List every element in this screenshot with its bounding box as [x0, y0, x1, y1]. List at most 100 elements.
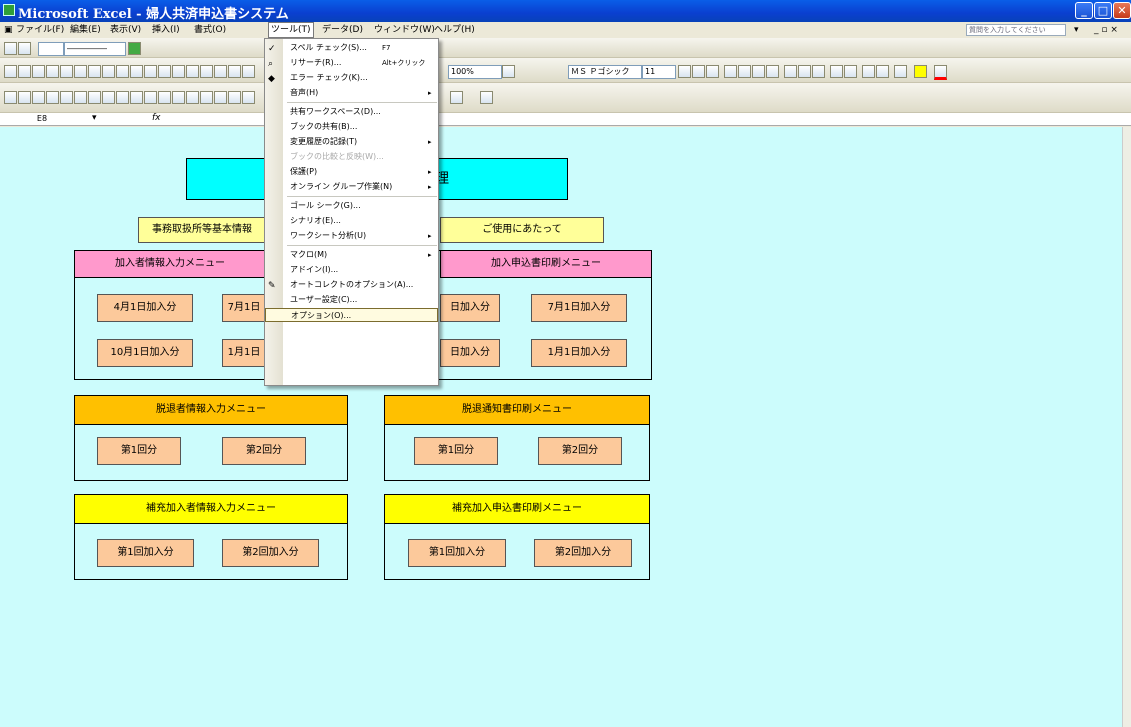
menu-format[interactable]: 書式(O) — [192, 23, 228, 37]
undo-icon[interactable] — [172, 65, 185, 78]
fx-icon[interactable]: fx — [152, 113, 161, 123]
menu-data[interactable]: データ(D) — [320, 23, 365, 37]
align-center-icon[interactable] — [738, 65, 751, 78]
toolbar-icon[interactable] — [4, 42, 17, 55]
permission-icon[interactable] — [46, 65, 59, 78]
menu-shared-workspace[interactable]: 共有ワークスペース(D)... — [265, 105, 438, 119]
align-right-icon[interactable] — [752, 65, 765, 78]
menu-insert[interactable]: 挿入(I) — [150, 23, 182, 37]
menu-online-collaboration[interactable]: オンライン グループ作業(N) ▸ — [265, 180, 438, 194]
doc-window-controls[interactable]: _ ▫ × — [1092, 23, 1120, 37]
menu-spell-check[interactable]: ✓ スペル チェック(S)... F7 — [265, 41, 438, 55]
usage-note-button[interactable]: ご使用にあたって — [440, 217, 604, 243]
withdraw-round2-button[interactable]: 第2回分 — [222, 437, 306, 465]
underline-icon[interactable] — [706, 65, 719, 78]
save-icon[interactable] — [32, 65, 45, 78]
pen-icon[interactable] — [128, 42, 141, 55]
chart-icon[interactable] — [242, 65, 255, 78]
menu-research[interactable]: ⌕ リサーチ(R)... Alt+クリック — [265, 56, 438, 70]
toolbar-icon[interactable] — [102, 91, 115, 104]
sort-icon[interactable] — [228, 65, 241, 78]
increase-indent-icon[interactable] — [876, 65, 889, 78]
menu-error-check[interactable]: ◆ エラー チェック(K)... — [265, 71, 438, 85]
withdraw-notice-round1-button[interactable]: 第1回分 — [414, 437, 498, 465]
email-icon[interactable] — [60, 65, 73, 78]
line-style-select[interactable] — [38, 42, 64, 56]
jul-join-button[interactable]: 7月1日 — [222, 294, 266, 322]
menu-options[interactable]: オプション(O)... — [265, 308, 438, 322]
withdraw-round1-button[interactable]: 第1回分 — [97, 437, 181, 465]
oct-print-button[interactable]: 日加入分 — [440, 339, 500, 367]
menu-share-workbook[interactable]: ブックの共有(B)... — [265, 120, 438, 134]
name-box[interactable]: E8 — [10, 113, 72, 125]
cut-icon[interactable] — [116, 65, 129, 78]
preview-icon[interactable] — [88, 65, 101, 78]
print-icon[interactable] — [74, 65, 87, 78]
menu-goal-seek[interactable]: ゴール シーク(G)... — [265, 199, 438, 213]
borders-icon[interactable] — [894, 65, 907, 78]
menu-track-changes[interactable]: 変更履歴の記録(T) ▸ — [265, 135, 438, 149]
format-painter-icon[interactable] — [158, 65, 171, 78]
name-box-dropdown-icon[interactable]: ▾ — [92, 113, 97, 123]
font-select[interactable]: ＭＳ Ｐゴシック — [568, 65, 642, 79]
toolbar-icon[interactable] — [480, 91, 493, 104]
toolbar-icon[interactable] — [130, 91, 143, 104]
paste-icon[interactable] — [144, 65, 157, 78]
oct-join-button[interactable]: 10月1日加入分 — [97, 339, 193, 367]
office-info-button[interactable]: 事務取扱所等基本情報 — [138, 217, 266, 243]
italic-icon[interactable] — [692, 65, 705, 78]
menu-help[interactable]: ヘルプ(H) — [432, 23, 477, 37]
menu-speech[interactable]: 音声(H) ▸ — [265, 86, 438, 100]
vertical-scrollbar[interactable] — [1122, 127, 1131, 727]
toolbar-icon[interactable] — [18, 42, 31, 55]
menu-view[interactable]: 表示(V) — [108, 23, 143, 37]
menu-file[interactable]: ファイル(F) — [14, 23, 66, 37]
menu-autocorrect-options[interactable]: ✎ オートコレクトのオプション(A)... — [265, 278, 438, 292]
menu-protection[interactable]: 保護(P) ▸ — [265, 165, 438, 179]
percent-icon[interactable] — [798, 65, 811, 78]
new-icon[interactable] — [4, 65, 17, 78]
help-icon[interactable] — [502, 65, 515, 78]
zoom-select[interactable]: 100% — [448, 65, 502, 79]
toolbar-icon[interactable] — [144, 91, 157, 104]
close-button[interactable]: ✕ — [1113, 2, 1131, 19]
toolbar-icon[interactable] — [200, 91, 213, 104]
supp-round2-button[interactable]: 第2回加入分 — [222, 539, 319, 567]
help-search-input[interactable]: 質問を入力してください — [966, 24, 1066, 36]
toolbar-icon[interactable] — [172, 91, 185, 104]
toolbar-icon[interactable] — [18, 91, 31, 104]
font-size-select[interactable]: 11 — [642, 65, 676, 79]
comma-icon[interactable] — [812, 65, 825, 78]
open-icon[interactable] — [18, 65, 31, 78]
increase-decimal-icon[interactable] — [830, 65, 843, 78]
menu-formula-auditing[interactable]: ワークシート分析(U) ▸ — [265, 229, 438, 243]
jan-join-button[interactable]: 1月1日 — [222, 339, 266, 367]
toolbar-icon[interactable] — [46, 91, 59, 104]
help-dropdown-icon[interactable]: ▾ — [1072, 23, 1081, 37]
toolbar-icon[interactable] — [116, 91, 129, 104]
toolbar-icon[interactable] — [242, 91, 255, 104]
toolbar-icon[interactable] — [4, 91, 17, 104]
line-color-select[interactable]: ――――― — [64, 42, 126, 56]
autosum-icon[interactable] — [214, 65, 227, 78]
toolbar-icon[interactable] — [88, 91, 101, 104]
toolbar-icon[interactable] — [60, 91, 73, 104]
menu-scenarios[interactable]: シナリオ(E)... — [265, 214, 438, 228]
supp-print-round2-button[interactable]: 第2回加入分 — [534, 539, 632, 567]
toolbar-icon[interactable] — [228, 91, 241, 104]
toolbar-icon[interactable] — [32, 91, 45, 104]
decrease-indent-icon[interactable] — [862, 65, 875, 78]
apr-print-button[interactable]: 日加入分 — [440, 294, 500, 322]
toolbar-icon[interactable] — [74, 91, 87, 104]
toolbar-icon[interactable] — [450, 91, 463, 104]
menu-macro[interactable]: マクロ(M) ▸ — [265, 248, 438, 262]
supp-round1-button[interactable]: 第1回加入分 — [97, 539, 194, 567]
menu-customize[interactable]: ユーザー設定(C)... — [265, 293, 438, 307]
align-left-icon[interactable] — [724, 65, 737, 78]
menu-window[interactable]: ウィンドウ(W) — [372, 23, 437, 37]
redo-icon[interactable] — [186, 65, 199, 78]
toolbar-icon[interactable] — [214, 91, 227, 104]
supp-print-round1-button[interactable]: 第1回加入分 — [408, 539, 506, 567]
withdraw-notice-round2-button[interactable]: 第2回分 — [538, 437, 622, 465]
jan-print-button[interactable]: 1月1日加入分 — [531, 339, 627, 367]
